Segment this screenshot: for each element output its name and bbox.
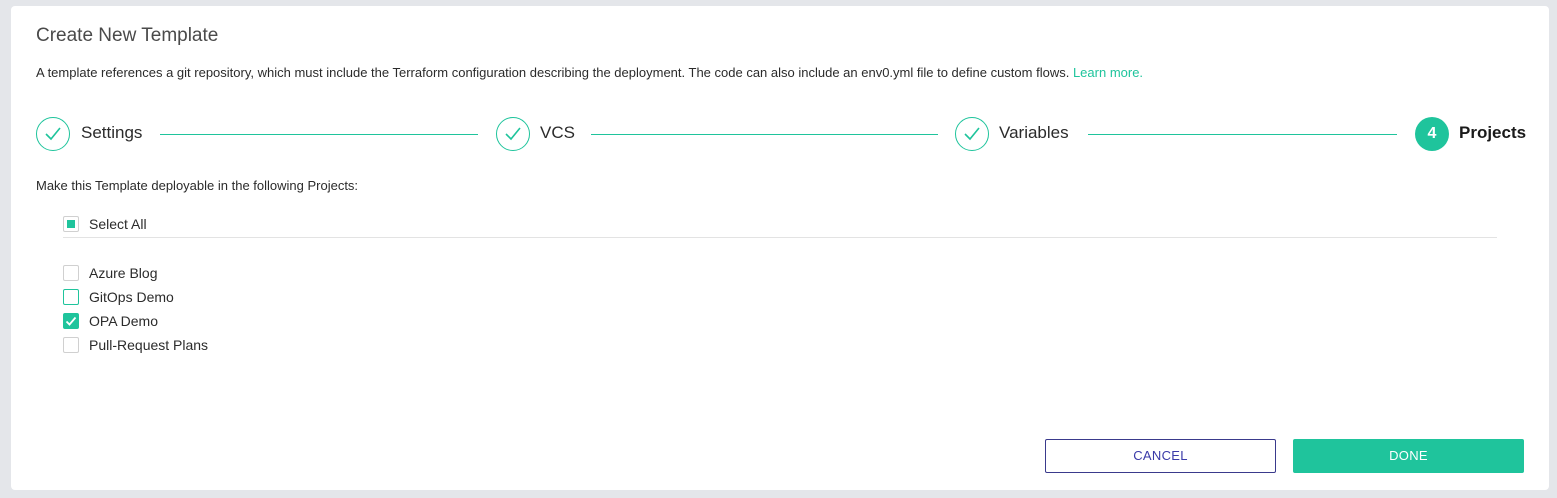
check-icon <box>45 127 61 141</box>
done-button[interactable]: DONE <box>1293 439 1524 473</box>
project-checkbox[interactable] <box>63 337 79 353</box>
step-variables-check[interactable] <box>955 117 989 151</box>
project-checkbox[interactable] <box>63 289 79 305</box>
project-checkbox[interactable] <box>63 265 79 281</box>
project-label[interactable]: Azure Blog <box>89 265 157 281</box>
divider <box>63 237 1497 238</box>
project-label[interactable]: OPA Demo <box>89 313 158 329</box>
project-label[interactable]: Pull-Request Plans <box>89 337 208 353</box>
step-vcs-check[interactable] <box>496 117 530 151</box>
create-template-modal: Create New Template A template reference… <box>11 6 1549 490</box>
project-label[interactable]: GitOps Demo <box>89 289 174 305</box>
select-all-checkbox[interactable] <box>63 216 79 232</box>
step-variables-label[interactable]: Variables <box>999 123 1069 143</box>
step-projects-label: Projects <box>1459 123 1527 142</box>
description-text: A template references a git repository, … <box>36 65 1070 80</box>
step-connector <box>1088 134 1397 135</box>
check-icon <box>505 127 521 141</box>
learn-more-link[interactable]: Learn more. <box>1073 65 1143 80</box>
select-all-label[interactable]: Select All <box>89 216 147 232</box>
modal-title: Create New Template <box>36 25 219 46</box>
projects-instruction: Make this Template deployable in the fol… <box>36 178 359 193</box>
step-vcs-label[interactable]: VCS <box>540 123 575 143</box>
step-settings-check[interactable] <box>36 117 70 151</box>
cancel-button[interactable]: CANCEL <box>1045 439 1276 473</box>
step-projects-number: 4 <box>1415 117 1449 151</box>
check-icon <box>964 127 980 141</box>
step-connector <box>160 134 478 135</box>
check-icon <box>65 316 77 326</box>
modal-description: A template references a git repository, … <box>36 65 1143 80</box>
step-settings-label[interactable]: Settings <box>81 123 142 143</box>
step-connector <box>591 134 938 135</box>
project-checkbox[interactable] <box>63 313 79 329</box>
